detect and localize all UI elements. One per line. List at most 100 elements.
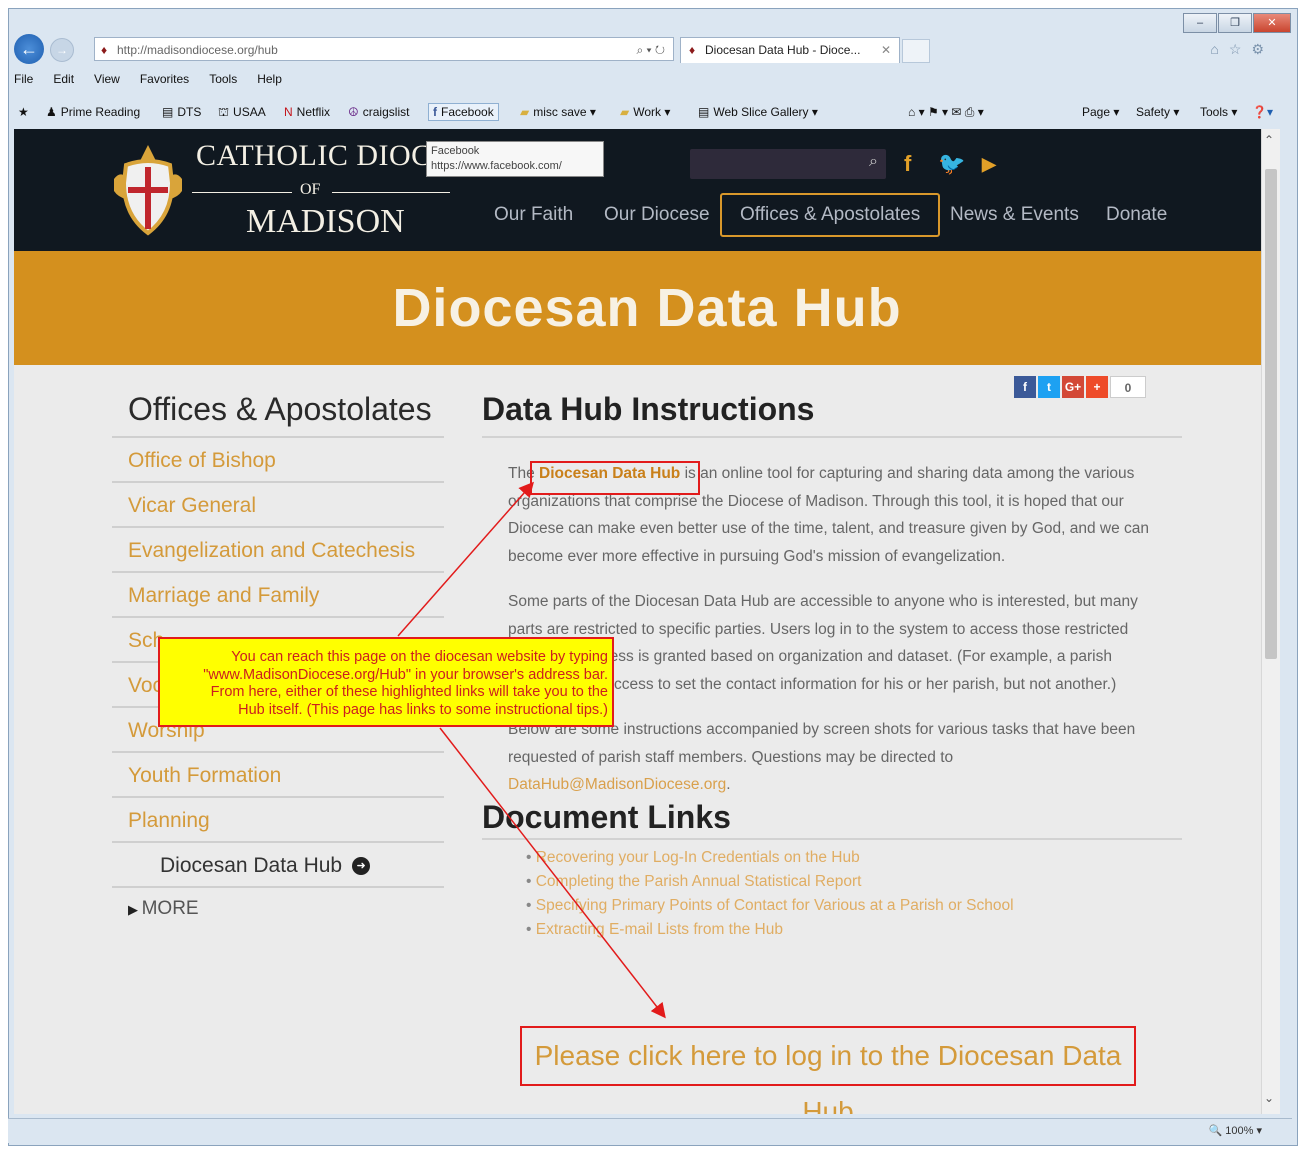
site-search-input[interactable]: ⌕ bbox=[690, 149, 886, 179]
netflix-icon: N bbox=[284, 105, 293, 119]
folder-icon: ▰ bbox=[620, 105, 630, 119]
arrow-left-icon: ← bbox=[20, 39, 38, 59]
fav-usaa[interactable]: ⛫ USAA bbox=[218, 105, 266, 121]
search-refresh-icon[interactable]: ⌕ ▾ ↻ bbox=[636, 38, 665, 62]
annotation-callout: You can reach this page on the diocesan … bbox=[158, 637, 614, 727]
fav-facebook[interactable]: f Facebook bbox=[428, 103, 499, 121]
sidebar-item-evangelization[interactable]: Evangelization and Catechesis bbox=[112, 526, 444, 571]
peace-icon: ☮ bbox=[348, 105, 359, 119]
browser-nav-row: ← → ♦ http://madisondiocese.org/hub ⌕ ▾ … bbox=[8, 32, 1278, 64]
address-text: http://madisondiocese.org/hub bbox=[117, 43, 278, 57]
sidebar-item-office-of-bishop[interactable]: Office of Bishop bbox=[112, 436, 444, 481]
sidebar-item-vicar-general[interactable]: Vicar General bbox=[112, 481, 444, 526]
sidebar-item-planning[interactable]: Planning bbox=[112, 796, 444, 841]
document-links-list: Recovering your Log-In Credentials on th… bbox=[526, 846, 1182, 942]
fav-prime-reading[interactable]: ♟ Prime Reading bbox=[46, 105, 140, 119]
forward-button[interactable]: → bbox=[50, 38, 74, 62]
arrow-right-icon: → bbox=[56, 43, 68, 57]
menu-favorites[interactable]: Favorites bbox=[140, 72, 189, 86]
diocese-crest-icon bbox=[114, 145, 182, 236]
site-header: CATHOLIC DIOCES OF MADISON ⌕ f 🐦 ▶ Our F… bbox=[14, 129, 1280, 251]
page-scrollbar[interactable]: ⌃ ⌄ bbox=[1261, 129, 1280, 1114]
zoom-control[interactable]: 🔍 100% ▾ bbox=[1209, 1124, 1262, 1137]
fav-craigslist[interactable]: ☮ craigslist bbox=[348, 105, 409, 119]
status-bar: 🔍 100% ▾ bbox=[8, 1118, 1292, 1143]
fav-work[interactable]: ▰ Work ▾ bbox=[620, 105, 670, 119]
tab-title: Diocesan Data Hub - Dioce... bbox=[705, 43, 861, 57]
page-icon: ▤ bbox=[162, 105, 174, 119]
cmd-page[interactable]: Page ▾ bbox=[1082, 105, 1119, 119]
page-banner: Diocesan Data Hub bbox=[14, 251, 1280, 365]
tab-favicon: ♦ bbox=[689, 43, 696, 57]
help-icon[interactable]: ❓▾ bbox=[1252, 105, 1273, 119]
menu-bar: File Edit View Favorites Tools Help bbox=[14, 72, 282, 86]
sidebar-item-data-hub[interactable]: Diocesan Data Hub ➜ bbox=[112, 841, 444, 886]
zoom-icon: 🔍 bbox=[1208, 1125, 1223, 1137]
scroll-up-icon[interactable]: ⌃ bbox=[1264, 133, 1274, 147]
menu-tools[interactable]: Tools bbox=[209, 72, 237, 86]
close-tab-icon[interactable]: ✕ bbox=[881, 38, 891, 62]
doc-link-points-of-contact[interactable]: Specifying Primary Points of Contact for… bbox=[526, 894, 1182, 918]
sidebar-item-marriage-family[interactable]: Marriage and Family bbox=[112, 571, 444, 616]
instructions-paragraph: Below are some instructions accompanied … bbox=[508, 721, 1136, 793]
close-window-button[interactable]: ✕ bbox=[1253, 13, 1291, 33]
sidebar-item-youth-formation[interactable]: Youth Formation bbox=[112, 751, 444, 796]
gear-icon[interactable]: ⚙ bbox=[1251, 41, 1264, 58]
home-icon[interactable]: ⌂ bbox=[1210, 41, 1218, 58]
doc-link-email-lists[interactable]: Extracting E-mail Lists from the Hub bbox=[526, 918, 1182, 942]
facebook-icon[interactable]: f bbox=[904, 151, 911, 177]
youtube-icon[interactable]: ▶ bbox=[982, 154, 996, 175]
favorites-bar: ★ ♟ Prime Reading ▤ DTS ⛫ USAA N Netflix ☮ cr… bbox=[12, 101, 1282, 125]
sidebar-more[interactable]: ▶ MORE bbox=[112, 886, 444, 920]
menu-view[interactable]: View bbox=[94, 72, 120, 86]
nav-donate[interactable]: Donate bbox=[1106, 195, 1167, 235]
twitter-icon[interactable]: 🐦 bbox=[938, 151, 965, 177]
menu-file[interactable]: File bbox=[14, 72, 33, 86]
triangle-right-icon: ▶ bbox=[128, 902, 142, 917]
fav-misc-save[interactable]: ▰ misc save ▾ bbox=[520, 105, 596, 119]
fav-web-slice-gallery[interactable]: ▤ Web Slice Gallery ▾ bbox=[698, 105, 818, 119]
site-favicon: ♦ bbox=[101, 43, 108, 57]
fav-netflix[interactable]: N Netflix bbox=[284, 105, 330, 119]
nav-offices-apostolates[interactable]: Offices & Apostolates bbox=[720, 193, 941, 237]
menu-help[interactable]: Help bbox=[257, 72, 282, 86]
page-title: Diocesan Data Hub bbox=[392, 278, 902, 338]
nav-our-diocese[interactable]: Our Diocese bbox=[604, 195, 710, 235]
doc-link-recovering-credentials[interactable]: Recovering your Log-In Credentials on th… bbox=[526, 846, 1182, 870]
brand-line-2: OF bbox=[300, 181, 321, 198]
favorites-star-icon[interactable]: ★ bbox=[18, 105, 29, 119]
cmd-icons[interactable]: ⌂ ▾ ⚑ ▾ ✉ ⎙ ▾ bbox=[908, 105, 984, 120]
brand-line-3[interactable]: MADISON bbox=[246, 203, 405, 241]
menu-edit[interactable]: Edit bbox=[53, 72, 74, 86]
highlight-box-inline-link bbox=[530, 461, 700, 495]
page-icon: ▤ bbox=[698, 105, 710, 119]
facebook-tooltip: Facebook https://www.facebook.com/ bbox=[426, 141, 604, 177]
brand-divider-left bbox=[192, 192, 292, 193]
nav-news-events[interactable]: News & Events bbox=[950, 195, 1079, 235]
person-icon: ♟ bbox=[46, 105, 57, 119]
email-link[interactable]: DataHub@MadisonDiocese.org bbox=[508, 776, 726, 793]
nav-our-faith[interactable]: Our Faith bbox=[494, 195, 573, 235]
divider bbox=[482, 837, 1182, 840]
scroll-down-icon[interactable]: ⌄ bbox=[1264, 1091, 1274, 1105]
cmd-safety[interactable]: Safety ▾ bbox=[1136, 105, 1179, 119]
back-button[interactable]: ← bbox=[14, 34, 44, 64]
fav-dts[interactable]: ▤ DTS bbox=[162, 105, 201, 119]
doc-link-annual-report[interactable]: Completing the Parish Annual Statistical… bbox=[526, 870, 1182, 894]
tooltip-url: https://www.facebook.com/ bbox=[431, 160, 562, 172]
tooltip-title: Facebook bbox=[431, 145, 480, 157]
folder-icon: ▰ bbox=[520, 105, 530, 119]
arrow-circle-right-icon: ➜ bbox=[352, 857, 371, 876]
restore-button[interactable]: ❐ bbox=[1218, 13, 1252, 33]
minimize-button[interactable]: – bbox=[1183, 13, 1217, 33]
search-icon[interactable]: ⌕ bbox=[869, 153, 878, 171]
star-icon[interactable]: ☆ bbox=[1229, 41, 1242, 58]
scrollbar-thumb[interactable] bbox=[1265, 169, 1277, 659]
new-tab-button[interactable] bbox=[902, 39, 930, 63]
divider bbox=[482, 436, 1182, 438]
browser-tab[interactable]: ♦ Diocesan Data Hub - Dioce... ✕ bbox=[680, 37, 900, 63]
login-link[interactable]: Please click here to log in to the Dioce… bbox=[520, 1026, 1136, 1114]
address-bar[interactable]: ♦ http://madisondiocese.org/hub ⌕ ▾ ↻ bbox=[94, 37, 674, 61]
document-links-title: Document Links bbox=[482, 798, 731, 835]
cmd-tools[interactable]: Tools ▾ bbox=[1200, 105, 1237, 119]
